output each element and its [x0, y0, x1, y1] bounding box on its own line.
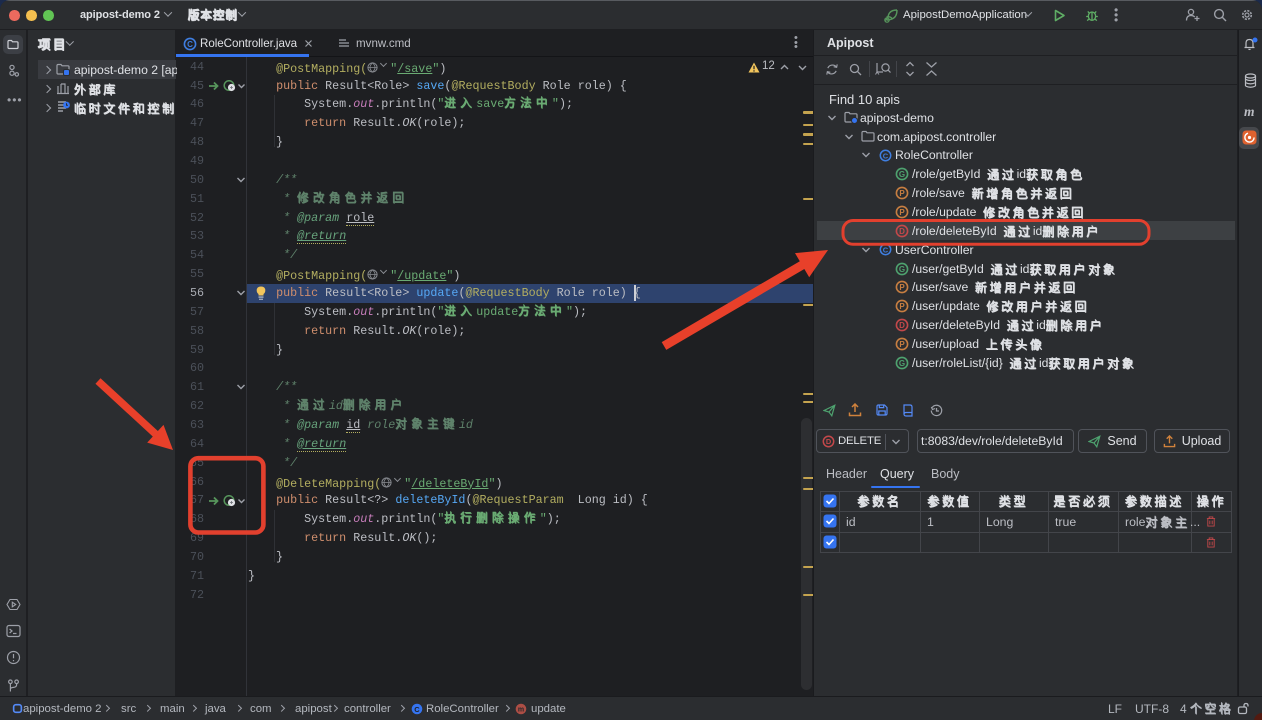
svg-text:G: G — [899, 170, 905, 179]
svg-text:P: P — [899, 302, 905, 311]
svg-text:D: D — [899, 321, 905, 330]
svg-text:C: C — [883, 245, 889, 254]
svg-text:G: G — [899, 359, 905, 368]
svg-text:P: P — [899, 208, 905, 217]
svg-text:C: C — [414, 705, 420, 714]
svg-text:D: D — [826, 437, 832, 446]
svg-text:P: P — [899, 283, 905, 292]
svg-text:P: P — [899, 189, 905, 198]
svg-text:P: P — [899, 340, 905, 349]
svg-text:C: C — [187, 40, 193, 49]
svg-text:G: G — [899, 264, 905, 273]
svg-text:m: m — [518, 707, 524, 714]
svg-text:D: D — [899, 227, 905, 236]
svg-text:C: C — [883, 151, 889, 160]
